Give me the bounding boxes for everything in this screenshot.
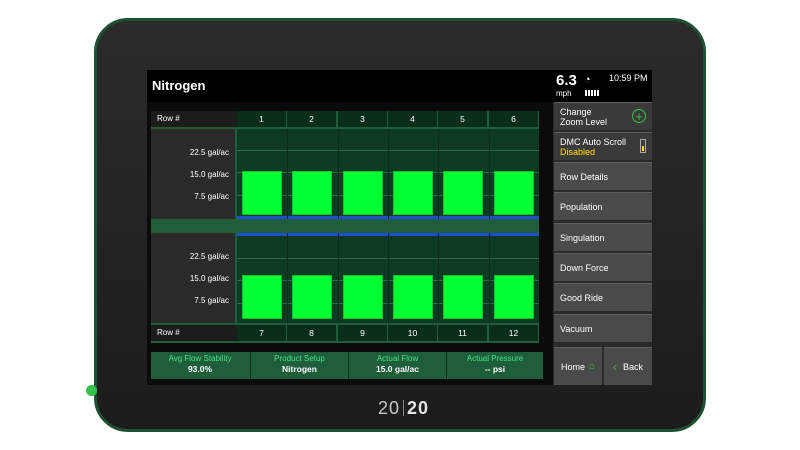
column-divider bbox=[388, 129, 389, 219]
row-rate-bar[interactable] bbox=[494, 275, 534, 319]
gauge-icon[interactable]: ◔ bbox=[584, 74, 597, 87]
row-number: 11 bbox=[438, 325, 487, 341]
y-tick: 15.0 gal/ac bbox=[189, 170, 229, 179]
top-bar: Nitrogen 6.3 mph ◔ 10:59 PM bbox=[147, 70, 652, 102]
page-title: Nitrogen bbox=[152, 78, 206, 93]
row-number: 9 bbox=[338, 325, 387, 341]
column-divider bbox=[287, 129, 288, 219]
clock: 10:59 PM bbox=[609, 73, 648, 83]
row-rate-bar[interactable] bbox=[343, 171, 383, 215]
back-button[interactable]: ‹ Back bbox=[604, 347, 652, 385]
toggle-icon bbox=[640, 139, 646, 153]
row-details-button[interactable]: Row Details bbox=[554, 162, 652, 190]
row-footer-label: Row # bbox=[151, 325, 241, 341]
chevron-left-icon: ‹ bbox=[612, 359, 617, 374]
top-plot-area bbox=[237, 129, 539, 219]
row-rate-bar[interactable] bbox=[494, 171, 534, 215]
vacuum-button[interactable]: Vacuum bbox=[554, 314, 652, 342]
row-rate-bar[interactable] bbox=[292, 275, 332, 319]
top-y-axis: 22.5 gal/ac 15.0 gal/ac 7.5 gal/ac bbox=[151, 129, 235, 219]
row-number: 1 bbox=[237, 111, 286, 127]
column-divider bbox=[287, 233, 288, 323]
home-button[interactable]: Home ⌂ bbox=[554, 347, 602, 385]
stat-actual-flow[interactable]: Actual Flow 15.0 gal/ac bbox=[348, 352, 446, 379]
column-divider bbox=[338, 233, 339, 323]
column-divider bbox=[489, 129, 490, 219]
auto-scroll-status: Disabled bbox=[560, 146, 596, 157]
row-rate-bar[interactable] bbox=[443, 171, 483, 215]
row-number: 10 bbox=[388, 325, 437, 341]
speed-unit: mph bbox=[556, 89, 572, 98]
row-number: 12 bbox=[489, 325, 538, 341]
bottom-plot-area bbox=[237, 233, 539, 323]
speed-value: 6.3 bbox=[556, 72, 577, 89]
screen: Nitrogen 6.3 mph ◔ 10:59 PM Row # 123456… bbox=[147, 70, 652, 385]
stat-product-setup[interactable]: Product Setup Nitrogen bbox=[250, 352, 348, 379]
y-tick: 22.5 gal/ac bbox=[189, 252, 229, 261]
row-number: 5 bbox=[438, 111, 487, 127]
row-rate-bar[interactable] bbox=[343, 275, 383, 319]
row-rate-bar[interactable] bbox=[292, 171, 332, 215]
column-divider bbox=[489, 233, 490, 323]
row-number: 2 bbox=[287, 111, 336, 127]
row-rate-bar[interactable] bbox=[242, 171, 282, 215]
y-tick: 7.5 gal/ac bbox=[194, 192, 229, 201]
row-rate-bar[interactable] bbox=[393, 275, 433, 319]
column-divider bbox=[338, 129, 339, 219]
down-force-button[interactable]: Down Force bbox=[554, 253, 652, 281]
y-tick: 15.0 gal/ac bbox=[189, 274, 229, 283]
stat-actual-pressure[interactable]: Actual Pressure -- psi bbox=[446, 352, 543, 379]
signal-icon bbox=[585, 90, 600, 96]
singulation-button[interactable]: Singulation bbox=[554, 223, 652, 251]
row-chart-panel: Row # 123456 22.5 gal/ac 15.0 gal/ac 7.5… bbox=[151, 111, 539, 343]
column-divider bbox=[438, 129, 439, 219]
y-tick: 22.5 gal/ac bbox=[189, 148, 229, 157]
row-number: 6 bbox=[489, 111, 538, 127]
home-icon: ⌂ bbox=[588, 361, 596, 372]
row-header-label: Row # bbox=[151, 111, 241, 127]
brand-logo: 20 20 bbox=[378, 398, 430, 418]
column-divider bbox=[388, 233, 389, 323]
row-number: 4 bbox=[388, 111, 437, 127]
stats-bar: Avg Flow Stability 93.0% Product Setup N… bbox=[151, 352, 543, 379]
row-rate-bar[interactable] bbox=[242, 275, 282, 319]
stat-flow-stability[interactable]: Avg Flow Stability 93.0% bbox=[151, 352, 249, 379]
column-divider bbox=[438, 233, 439, 323]
row-number: 3 bbox=[338, 111, 387, 127]
row-rate-bar[interactable] bbox=[393, 171, 433, 215]
plus-icon: + bbox=[632, 109, 646, 123]
bottom-y-axis: 22.5 gal/ac 15.0 gal/ac 7.5 gal/ac bbox=[151, 233, 235, 323]
population-button[interactable]: Population bbox=[554, 192, 652, 220]
y-tick: 7.5 gal/ac bbox=[194, 296, 229, 305]
power-led bbox=[86, 385, 97, 396]
good-ride-button[interactable]: Good Ride bbox=[554, 283, 652, 311]
auto-scroll-toggle[interactable]: DMC Auto Scroll Disabled bbox=[554, 132, 652, 160]
change-zoom-button[interactable]: Change Zoom Level + bbox=[554, 102, 652, 130]
row-rate-bar[interactable] bbox=[443, 275, 483, 319]
side-menu: Change Zoom Level + DMC Auto Scroll Disabl… bbox=[553, 102, 652, 385]
row-number: 7 bbox=[237, 325, 286, 341]
row-number: 8 bbox=[287, 325, 336, 341]
